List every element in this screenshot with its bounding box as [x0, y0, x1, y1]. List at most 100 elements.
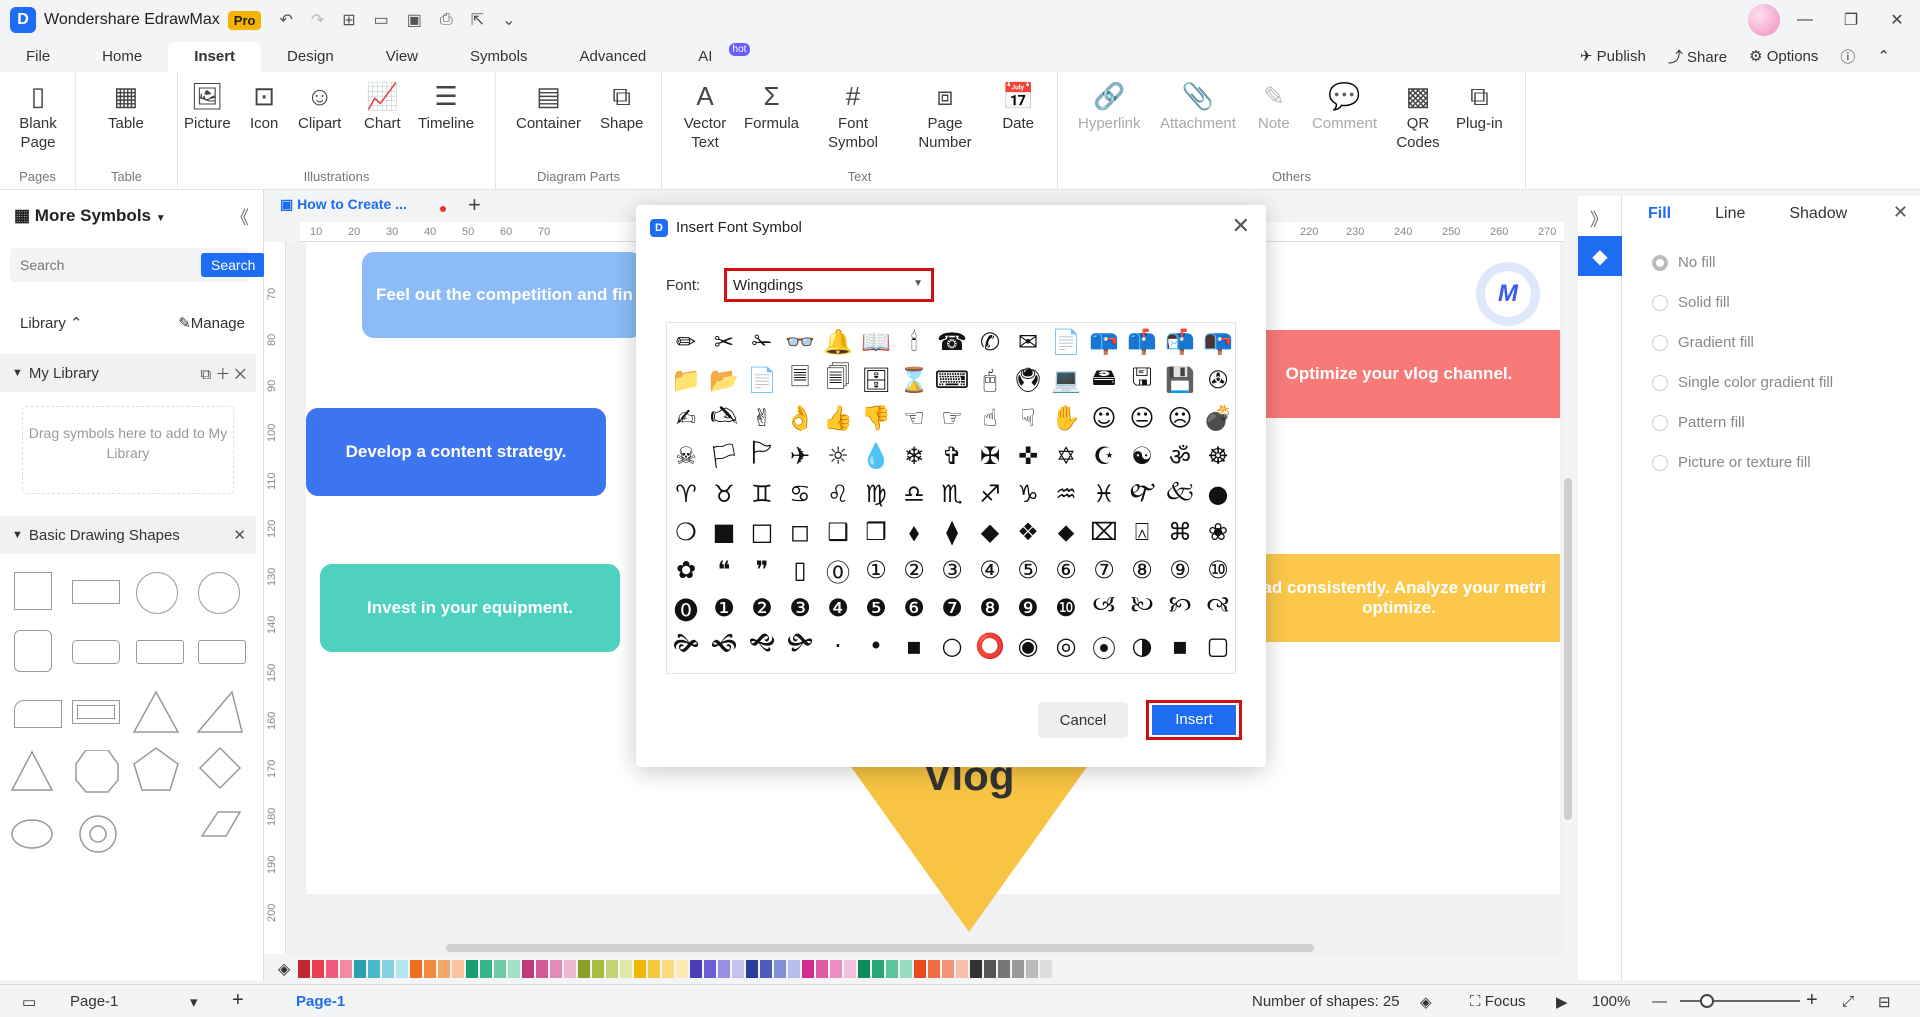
- shape-triangle-2[interactable]: [10, 750, 54, 791]
- tab-ai[interactable]: AI hot: [672, 42, 752, 72]
- symbol-cell[interactable]: 🙢: [1085, 589, 1123, 627]
- color-swatch[interactable]: [634, 960, 647, 978]
- color-swatch[interactable]: [354, 960, 367, 978]
- picture-button[interactable]: 🖼 Picture: [184, 80, 231, 133]
- fill-color-icon[interactable]: ◈: [278, 959, 290, 979]
- symbol-cell[interactable]: 📬: [1161, 323, 1199, 361]
- color-swatch[interactable]: [662, 960, 675, 978]
- symbol-cell[interactable]: ❶: [705, 589, 743, 627]
- help-icon[interactable]: ⓘ: [1840, 46, 1855, 67]
- symbol-cell[interactable]: ♓: [1085, 475, 1123, 513]
- symbol-cell[interactable]: ✈: [781, 437, 819, 475]
- color-swatch[interactable]: [858, 960, 871, 978]
- qr-codes-button[interactable]: ▩ QR Codes: [1396, 80, 1440, 152]
- color-swatch[interactable]: [396, 960, 409, 978]
- tab-shadow[interactable]: Shadow: [1789, 205, 1847, 223]
- symbol-cell[interactable]: ❒: [857, 513, 895, 551]
- publish-button[interactable]: ✈ Publish: [1580, 47, 1646, 65]
- symbol-cell[interactable]: 🙜: [705, 627, 743, 665]
- tab-insert[interactable]: Insert: [168, 42, 262, 72]
- symbol-cell[interactable]: ♊: [743, 475, 781, 513]
- focus-button[interactable]: ⛶ Focus: [1470, 993, 1526, 1010]
- symbol-cell[interactable]: 📪: [1085, 323, 1123, 361]
- symbol-cell[interactable]: ⭕: [971, 627, 1009, 665]
- symbol-cell[interactable]: 🖰: [971, 361, 1009, 399]
- symbol-cell[interactable]: ▢: [1199, 627, 1237, 665]
- symbol-cell[interactable]: ✋: [1047, 399, 1085, 437]
- symbol-cell[interactable]: 🖴: [1085, 361, 1123, 399]
- symbol-cell[interactable]: ⌛: [895, 361, 933, 399]
- symbol-cell[interactable]: ❾: [1009, 589, 1047, 627]
- my-library-drop-zone[interactable]: Drag symbols here to add to My Library: [22, 406, 234, 494]
- symbol-cell[interactable]: 🙠: [1123, 589, 1161, 627]
- user-avatar[interactable]: [1748, 4, 1780, 36]
- expand-panel-icon[interactable]: 》: [1590, 206, 1608, 232]
- quick-access-dropdown-icon[interactable]: ⌄: [502, 10, 515, 30]
- shape-square[interactable]: [14, 572, 52, 610]
- symbol-cell[interactable]: ☺: [1085, 399, 1123, 437]
- symbol-cell[interactable]: ④: [971, 551, 1009, 589]
- close-icon[interactable]: ✕: [235, 366, 246, 383]
- symbol-cell[interactable]: ▯: [781, 551, 819, 589]
- symbol-cell[interactable]: ·: [819, 627, 857, 665]
- color-swatch[interactable]: [816, 960, 829, 978]
- tab-file[interactable]: File: [0, 42, 76, 72]
- symbol-cell[interactable]: 💾: [1161, 361, 1199, 399]
- page-layout-icon[interactable]: ▭: [22, 993, 36, 1011]
- insert-button[interactable]: Insert: [1152, 705, 1236, 735]
- formula-button[interactable]: Σ Formula: [744, 80, 799, 133]
- color-swatch[interactable]: [872, 960, 885, 978]
- tab-design[interactable]: Design: [261, 42, 360, 72]
- symbol-cell[interactable]: ⑩: [1199, 551, 1237, 589]
- note-button[interactable]: ✎ Note: [1258, 80, 1290, 133]
- color-swatch[interactable]: [914, 960, 927, 978]
- blank-page-button[interactable]: ▯ Blank Page: [12, 80, 64, 152]
- shape-rounded-rect[interactable]: [72, 640, 120, 664]
- add-page-icon[interactable]: +: [232, 989, 244, 1012]
- color-swatch[interactable]: [550, 960, 563, 978]
- color-swatch[interactable]: [998, 960, 1011, 978]
- fit-page-icon[interactable]: ⤢: [1842, 993, 1854, 1010]
- symbol-cell[interactable]: ☼: [819, 437, 857, 475]
- symbol-cell[interactable]: ☜: [895, 399, 933, 437]
- card-optimize[interactable]: Optimize your vlog channel.: [1238, 330, 1560, 418]
- tab-fill[interactable]: Fill: [1648, 205, 1671, 223]
- color-swatch[interactable]: [410, 960, 423, 978]
- card-upload-consistently[interactable]: oad consistently. Analyze your metri opt…: [1238, 554, 1560, 642]
- symbol-cell[interactable]: 👌: [781, 399, 819, 437]
- symbol-cell[interactable]: 🙞: [667, 627, 705, 665]
- symbol-cell[interactable]: 💣: [1199, 399, 1237, 437]
- zoom-out-icon[interactable]: —: [1652, 993, 1667, 1010]
- symbol-cell[interactable]: 💻: [1047, 361, 1085, 399]
- color-swatch[interactable]: [788, 960, 801, 978]
- symbol-cell[interactable]: 🏳: [705, 437, 743, 475]
- color-swatch[interactable]: [480, 960, 493, 978]
- print-icon[interactable]: ⎙: [440, 11, 453, 29]
- plug-in-button[interactable]: ⧉ Plug-in: [1456, 80, 1503, 133]
- symbol-cell[interactable]: ❺: [857, 589, 895, 627]
- symbol-cell[interactable]: ③: [933, 551, 971, 589]
- vector-text-button[interactable]: A Vector Text: [682, 80, 728, 152]
- chart-button[interactable]: 📈 Chart: [364, 80, 401, 133]
- symbol-cell[interactable]: ☎: [933, 323, 971, 361]
- symbol-cell[interactable]: ❽: [971, 589, 1009, 627]
- hyperlink-button[interactable]: 🔗 Hyperlink: [1078, 80, 1141, 133]
- ai-assistant-icon[interactable]: M: [1476, 262, 1540, 326]
- symbol-cell[interactable]: ⑥: [1047, 551, 1085, 589]
- undo-icon[interactable]: ↶: [279, 10, 292, 30]
- symbol-cell[interactable]: 📄: [743, 361, 781, 399]
- color-swatch[interactable]: [704, 960, 717, 978]
- color-swatch[interactable]: [536, 960, 549, 978]
- symbol-cell[interactable]: ☞: [933, 399, 971, 437]
- color-swatch[interactable]: [382, 960, 395, 978]
- collapse-ribbon-icon[interactable]: ⌃: [1877, 47, 1890, 65]
- date-button[interactable]: 📅 Date: [1002, 80, 1034, 133]
- color-swatch[interactable]: [508, 960, 521, 978]
- manage-button[interactable]: ✎Manage: [178, 314, 245, 332]
- color-swatch[interactable]: [718, 960, 731, 978]
- symbol-cell[interactable]: 📫: [1123, 323, 1161, 361]
- symbol-cell[interactable]: □: [743, 513, 781, 551]
- symbol-cell[interactable]: ❀: [1199, 513, 1237, 551]
- symbol-cell[interactable]: ⑦: [1085, 551, 1123, 589]
- color-swatch[interactable]: [298, 960, 311, 978]
